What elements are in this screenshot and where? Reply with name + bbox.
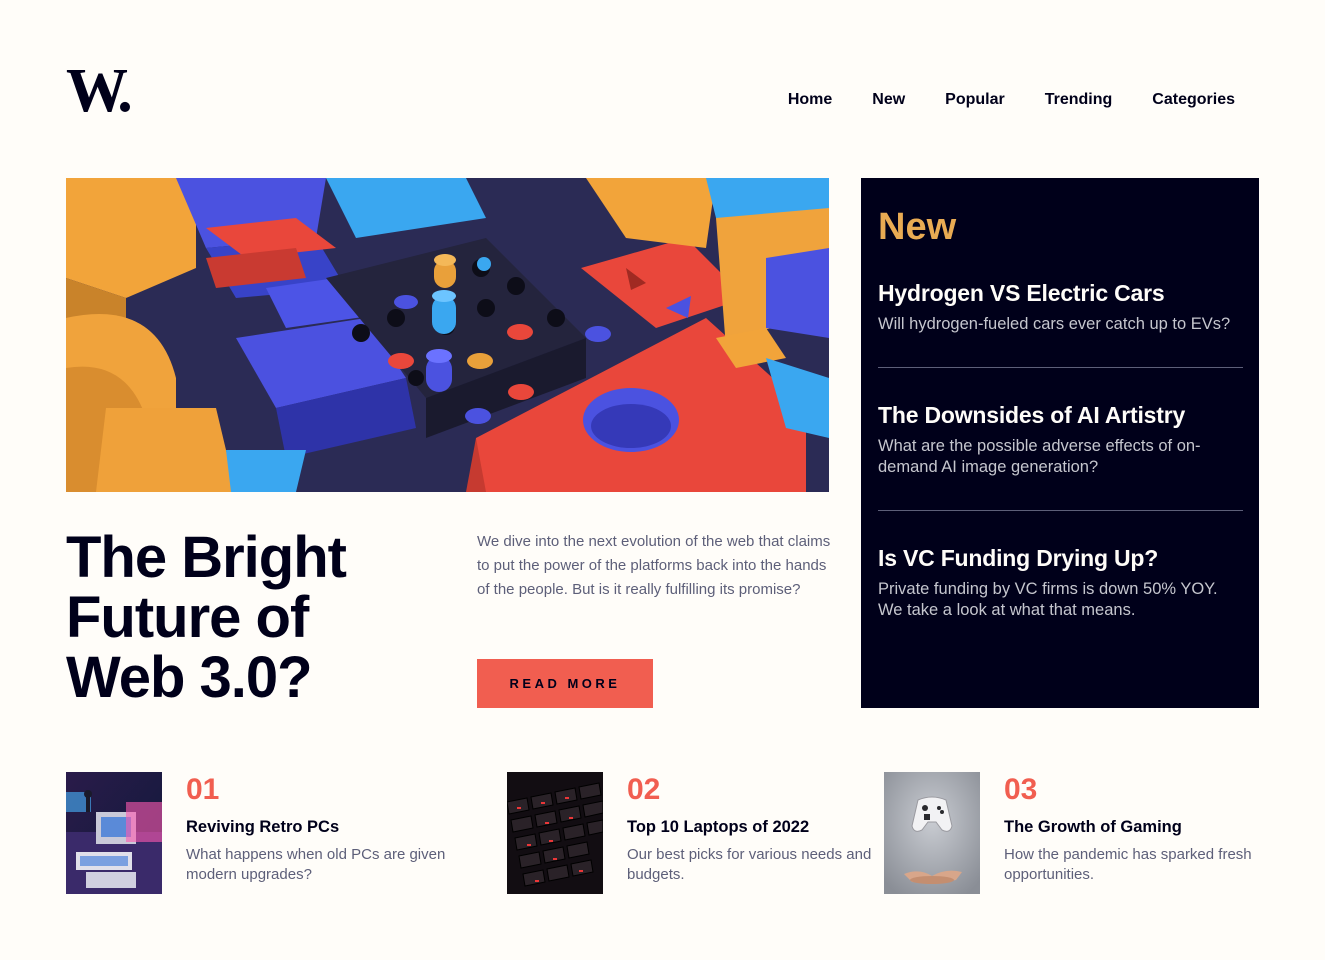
divider [878, 510, 1243, 511]
read-more-button[interactable]: READ MORE [477, 659, 653, 708]
card-description: Our best picks for various needs and bud… [627, 846, 872, 883]
card-number: 01 [186, 773, 220, 806]
card-title[interactable]: The Growth of Gaming [1004, 817, 1182, 837]
article-card-3: 03 The Growth of Gaming How the pandemic… [884, 772, 1264, 894]
article-card-2: 02 Top 10 Laptops of 2022 Our best picks… [507, 772, 871, 894]
hero-headline: The Bright Future of Web 3.0? [66, 528, 446, 708]
card-description: What happens when old PCs are given mode… [186, 846, 446, 883]
headline-line-1: The Bright [66, 525, 347, 590]
retro-pc-image[interactable] [66, 772, 162, 894]
nav-categories[interactable]: Categories [1152, 90, 1235, 110]
abstract-3d-blocks-image [66, 178, 829, 492]
logo[interactable]: W. [66, 66, 140, 114]
card-description: How the pandemic has sparked fresh oppor… [1004, 846, 1252, 883]
headline-line-3: Web 3.0? [66, 645, 313, 710]
logo-text: W. [66, 66, 130, 114]
nav-trending[interactable]: Trending [1045, 90, 1113, 110]
nav-popular[interactable]: Popular [945, 90, 1005, 110]
card-number: 03 [1004, 773, 1038, 806]
new-item-title[interactable]: Is VC Funding Drying Up? [878, 543, 1243, 573]
logo-mark: W. [66, 66, 135, 114]
main-nav: Home New Popular Trending Categories [788, 90, 1235, 110]
new-item-title[interactable]: The Downsides of AI Artistry [878, 400, 1243, 430]
new-item: Is VC Funding Drying Up? Private funding… [878, 541, 1243, 621]
new-item-desc: What are the possible adverse effects of… [878, 437, 1201, 476]
new-item-desc: Will hydrogen-fueled cars ever catch up … [878, 315, 1231, 333]
card-number: 02 [627, 773, 661, 806]
new-panel: New Hydrogen VS Electric Cars Will hydro… [861, 178, 1259, 708]
article-card-1: 01 Reviving Retro PCs What happens when … [66, 772, 486, 894]
nav-home[interactable]: Home [788, 90, 832, 110]
nav-new[interactable]: New [872, 90, 905, 110]
new-item: Hydrogen VS Electric Cars Will hydrogen-… [878, 276, 1243, 335]
laptop-keyboard-image[interactable] [507, 772, 603, 894]
new-item-desc: Private funding by VC firms is down 50% … [878, 580, 1218, 619]
card-title[interactable]: Reviving Retro PCs [186, 817, 339, 837]
card-title[interactable]: Top 10 Laptops of 2022 [627, 817, 809, 837]
new-panel-title: New [878, 206, 957, 248]
hero-description: We dive into the next evolution of the w… [477, 533, 831, 598]
game-controller-image[interactable] [884, 772, 980, 894]
page: W. Home New Popular Trending Categories [0, 0, 1325, 960]
divider [878, 367, 1243, 368]
headline-line-2: Future of [66, 585, 309, 650]
new-item-title[interactable]: Hydrogen VS Electric Cars [878, 278, 1243, 308]
new-item: The Downsides of AI Artistry What are th… [878, 398, 1243, 478]
